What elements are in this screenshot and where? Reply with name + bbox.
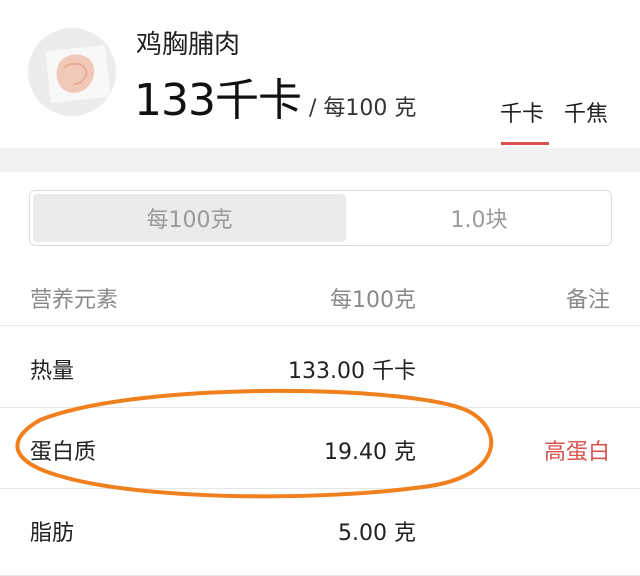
energy-value: 133千卡 xyxy=(134,75,302,126)
header-note: 备注 xyxy=(565,288,610,313)
nutrient-note: 高蛋白 xyxy=(543,440,610,465)
header-per100g: 每100克 xyxy=(330,288,416,313)
food-name: 鸡胸脯肉 xyxy=(136,30,241,60)
energy-summary: 133千卡 / 每100 克 xyxy=(134,64,416,128)
nutrition-table-header: 营养元素 每100克 备注 xyxy=(0,268,640,326)
nutrient-value: 19.40 克 xyxy=(324,440,416,465)
nutrient-name: 脂肪 xyxy=(30,521,75,546)
nutrient-value: 133.00 千卡 xyxy=(288,359,416,384)
chicken-breast-icon xyxy=(28,28,116,116)
section-divider xyxy=(0,148,640,172)
header-nutrient: 营养元素 xyxy=(30,288,119,313)
food-image xyxy=(28,28,116,116)
portion-selector: 每100克 1.0块 xyxy=(29,190,612,246)
nutrient-name: 热量 xyxy=(30,359,75,384)
table-row: 脂肪 5.00 克 xyxy=(0,489,640,576)
portion-option-per100g[interactable]: 每100克 xyxy=(33,194,346,242)
energy-basis: / 每100 克 xyxy=(308,96,417,121)
unit-tab-kj[interactable]: 千焦 xyxy=(564,96,608,128)
table-row: 蛋白质 19.40 克 高蛋白 xyxy=(0,408,640,489)
nutrient-name: 蛋白质 xyxy=(30,440,97,465)
nutrient-value: 5.00 克 xyxy=(338,521,416,546)
unit-tab-selected-indicator xyxy=(501,142,549,145)
portion-option-1-piece[interactable]: 1.0块 xyxy=(350,194,608,242)
unit-tab-kcal[interactable]: 千卡 xyxy=(500,96,544,128)
table-row: 热量 133.00 千卡 xyxy=(0,327,640,408)
